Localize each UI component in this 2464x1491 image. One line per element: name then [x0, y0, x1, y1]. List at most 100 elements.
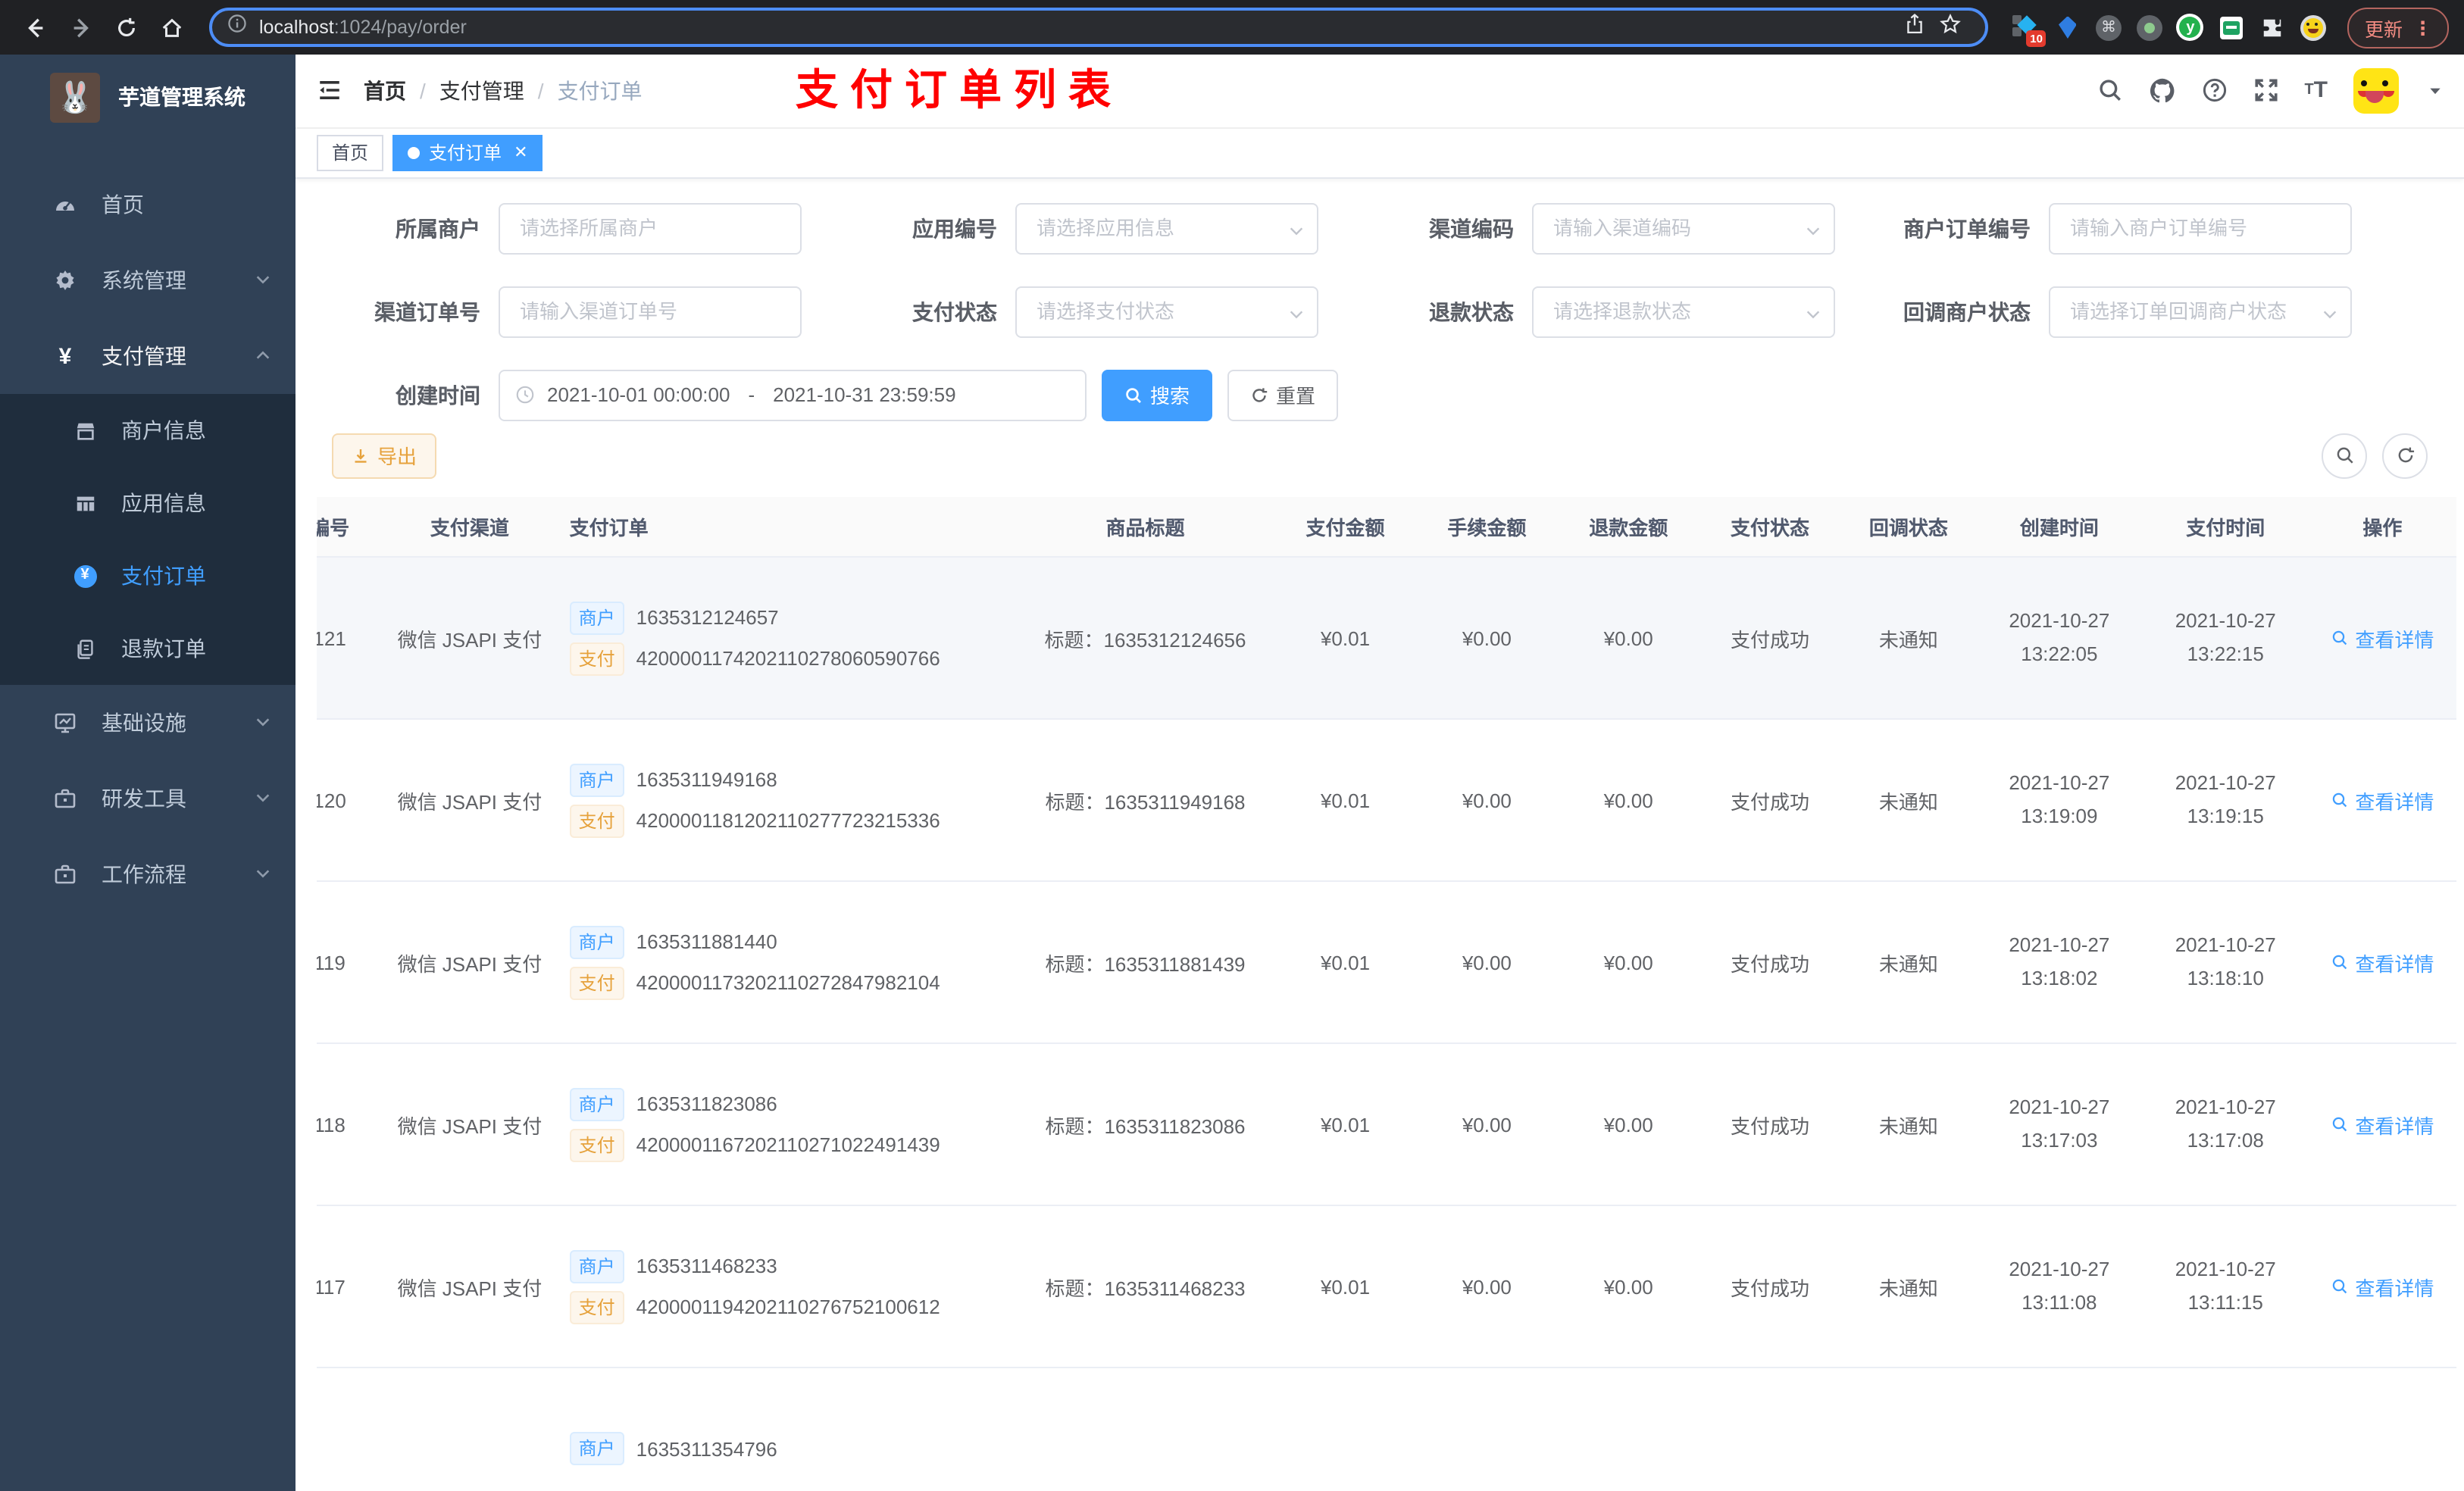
back-icon[interactable] [15, 8, 55, 47]
reload-icon[interactable] [106, 8, 145, 47]
sidebar-item-payment[interactable]: ¥ 支付管理 [0, 318, 295, 394]
merchant-input[interactable] [499, 202, 802, 255]
home-icon[interactable] [152, 8, 191, 47]
content: 所属商户 应用编号 渠道编码 商户订单编号 [295, 178, 2464, 1491]
sidebar-item-refund-order[interactable]: 退款订单 [0, 612, 295, 685]
fullscreen-icon[interactable] [2253, 78, 2278, 104]
toggle-search-button[interactable] [2322, 433, 2367, 479]
close-tab-icon[interactable]: ✕ [514, 142, 527, 162]
channel-code-select[interactable] [1532, 202, 1835, 255]
extension-record-icon[interactable] [2136, 14, 2163, 41]
cell-pay-status: 支付成功 [1699, 1205, 1841, 1369]
sidebar-item-dev-tools[interactable]: 研发工具 [0, 761, 295, 836]
search-icon[interactable] [2097, 78, 2122, 104]
export-button[interactable]: 导出 [332, 433, 437, 479]
profile-emoji-icon[interactable] [2300, 14, 2327, 41]
browser-menu-icon[interactable]: ⋮ [2413, 16, 2432, 39]
view-detail-link[interactable]: 查看详情 [2331, 1272, 2434, 1301]
chevron-up-icon [255, 344, 271, 368]
date-start: 2021-10-01 00:00:00 [547, 383, 730, 407]
date-range-input[interactable]: 2021-10-01 00:00:00 - 2021-10-31 23:59:5… [499, 369, 1087, 421]
merchant-order-no: 1635311949168 [636, 768, 777, 792]
sidebar-item-home[interactable]: 首页 [0, 167, 295, 242]
merchant-order-no: 1635311468233 [636, 1255, 777, 1278]
breadcrumb-pay-order: 支付订单 [557, 78, 643, 103]
cell-refund [1557, 1368, 1699, 1491]
cell-paid-time: 2021-10-27 13:22:15 [2142, 557, 2309, 720]
cell-notify-status: 未通知 [1840, 557, 1977, 720]
extension-chat-icon[interactable] [2218, 14, 2245, 41]
forward-icon[interactable] [61, 8, 100, 47]
merchant-tag: 商户 [569, 1087, 624, 1121]
user-menu-caret-icon[interactable] [2428, 83, 2443, 98]
cell-title: 标题：1635311881439 [1015, 881, 1275, 1045]
sidebar-item-merchant-info[interactable]: 商户信息 [0, 394, 295, 467]
search-button[interactable]: 搜索 [1102, 369, 1213, 421]
view-detail-link[interactable]: 查看详情 [2331, 948, 2434, 977]
cell-created-time: 2021-10-27 13:19:09 [1976, 719, 2143, 883]
reset-button[interactable]: 重置 [1227, 369, 1339, 421]
cell-action: 查看详情 [2308, 1205, 2456, 1369]
sidebar-item-system[interactable]: 系统管理 [0, 242, 295, 318]
github-icon[interactable] [2148, 77, 2175, 105]
browser-update-button[interactable]: 更新 ⋮ [2347, 7, 2449, 48]
filter-pay-status: 支付状态 [830, 286, 1347, 338]
sidebar-item-pay-order[interactable]: ¥ 支付订单 [0, 539, 295, 612]
refund-status-select[interactable] [1532, 286, 1835, 338]
pay-tag: 支付 [569, 1128, 624, 1162]
cell-action [2308, 1368, 2456, 1491]
extensions-puzzle-icon[interactable] [2259, 14, 2286, 41]
site-info-icon[interactable] [227, 14, 247, 41]
tab-home[interactable]: 首页 [317, 134, 384, 171]
view-detail-link[interactable]: 查看详情 [2331, 786, 2434, 814]
extension-gem-icon[interactable] [2054, 14, 2081, 41]
bookmark-star-icon[interactable] [1940, 12, 1962, 42]
address-bar[interactable]: localhost:1024/pay/order [209, 8, 1989, 47]
extension-command-icon[interactable]: ⌘ [2095, 14, 2122, 41]
sidebar-item-app-info[interactable]: 应用信息 [0, 467, 295, 539]
shop-icon [73, 419, 97, 442]
pay-order-no: 4200001173202110272847982104 [636, 971, 940, 995]
cell-channel: 微信 JSAPI 支付 [385, 1205, 555, 1369]
grid-icon [73, 492, 97, 514]
extension-blue-diamond-icon[interactable]: 10 [2012, 14, 2047, 47]
cell-notify-status: 未通知 [1840, 719, 1977, 883]
sidebar-item-infrastructure[interactable]: 基础设施 [0, 685, 295, 761]
cell-fee: ¥0.00 [1415, 557, 1558, 720]
sidebar-toggle-icon[interactable] [317, 78, 342, 104]
sidebar-item-workflow[interactable]: 工作流程 [0, 836, 295, 912]
merchant-order-no: 1635311881440 [636, 930, 777, 954]
notify-status-select[interactable] [2049, 286, 2352, 338]
cell-amount: ¥0.01 [1274, 881, 1416, 1045]
extension-y-icon[interactable]: y [2176, 14, 2204, 41]
merchant-tag: 商户 [569, 763, 624, 797]
cell-id: 117 [317, 1205, 386, 1369]
user-avatar[interactable] [2353, 67, 2399, 114]
table-row: 117 微信 JSAPI 支付 商户 1635311468233 支付 420000119… [317, 1205, 2456, 1369]
table-header-row: 编号 支付渠道 支付订单 商品标题 支付金额 手续金额 退款金额 支付状态 回调… [317, 496, 2456, 558]
view-detail-link[interactable]: 查看详情 [2331, 1110, 2434, 1139]
refresh-button[interactable] [2382, 433, 2428, 479]
browser-toolbar: localhost:1024/pay/order 10 ⌘ y 更新 ⋮ [0, 0, 2464, 55]
pay-order-no: 4200001181202110277723215336 [636, 809, 940, 833]
tab-pay-order[interactable]: 支付订单 ✕ [392, 134, 543, 171]
share-icon[interactable] [1906, 13, 1925, 42]
merchant-order-no-input[interactable] [2049, 202, 2352, 255]
cell-id: 121 [317, 557, 386, 720]
cell-action: 查看详情 [2308, 1043, 2456, 1207]
app-logo[interactable]: 🐰 芋道管理系统 [0, 55, 295, 139]
view-detail-link[interactable]: 查看详情 [2331, 624, 2434, 652]
cell-refund: ¥0.00 [1557, 719, 1699, 883]
extension-badge: 10 [2026, 30, 2047, 47]
channel-order-no-input[interactable] [499, 286, 802, 338]
app-id-select[interactable] [1015, 202, 1318, 255]
breadcrumb-home[interactable]: 首页 [364, 76, 406, 106]
breadcrumb-pay-mgmt[interactable]: 支付管理 [439, 76, 524, 106]
help-icon[interactable] [2201, 78, 2227, 104]
cell-channel: 微信 JSAPI 支付 [385, 719, 555, 883]
font-size-icon[interactable]: TT [2304, 78, 2328, 104]
cell-pay-status: 支付成功 [1699, 881, 1841, 1045]
merchant-tag: 商户 [569, 925, 624, 959]
cell-notify-status: 未通知 [1840, 881, 1977, 1045]
pay-status-select[interactable] [1015, 286, 1318, 338]
